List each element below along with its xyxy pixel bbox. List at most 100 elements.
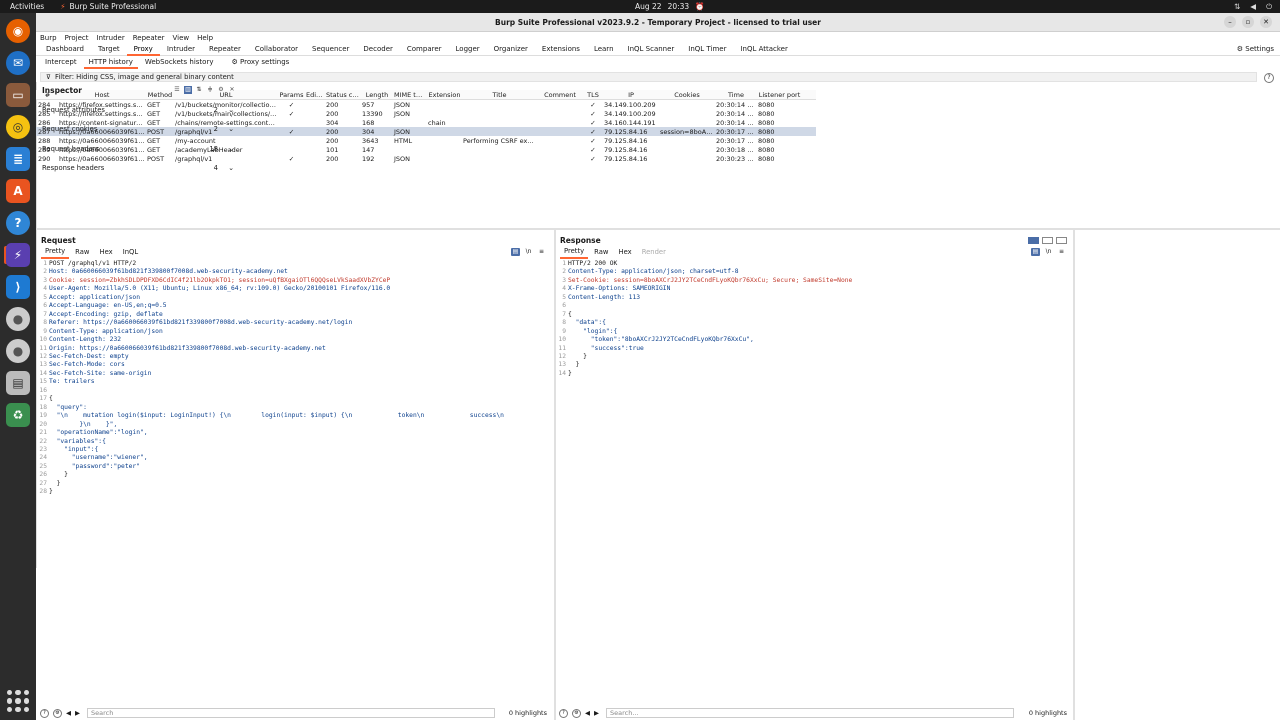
panel-view-icon[interactable]: ▥ xyxy=(184,86,192,94)
vertical-splitter[interactable] xyxy=(554,230,556,720)
help-icon[interactable]: ? xyxy=(559,708,568,718)
tab-decoder[interactable]: Decoder xyxy=(356,43,399,56)
menu-view[interactable]: View xyxy=(173,34,190,42)
tab-target[interactable]: Target xyxy=(91,43,127,56)
maximize-icon[interactable]: ▫ xyxy=(1242,16,1254,28)
settings-icon[interactable]: ⚙ xyxy=(53,708,62,718)
column-header[interactable]: Cookies xyxy=(658,91,714,99)
request-tab-raw[interactable]: Raw xyxy=(71,247,93,258)
column-header[interactable]: Time xyxy=(714,91,756,99)
request-editor[interactable]: 1 POST /graphql/v1 HTTP/2 2 Host: 0a6600660… xyxy=(38,258,553,497)
back-arrow-icon[interactable]: ◀ xyxy=(585,709,590,717)
response-tab-render[interactable]: Render xyxy=(638,247,670,258)
help-icon[interactable]: ? xyxy=(1264,73,1274,83)
settings-icon[interactable]: ⚙ xyxy=(217,86,225,94)
wrap-toggle-icon[interactable]: ▤ xyxy=(511,248,520,256)
thunderbird-icon[interactable]: ✉ xyxy=(6,51,30,75)
tab-inql-timer[interactable]: InQL Timer xyxy=(681,43,733,56)
rhythmbox-icon[interactable]: ◎ xyxy=(6,115,30,139)
drive-icon[interactable]: ▤ xyxy=(6,371,30,395)
tab-inql-scanner[interactable]: InQL Scanner xyxy=(621,43,682,56)
files-icon[interactable]: ▭ xyxy=(6,83,30,107)
vscode-icon[interactable]: ⟩ xyxy=(6,275,30,299)
column-header[interactable]: Title xyxy=(461,91,536,99)
trash-icon[interactable]: ♻ xyxy=(6,403,30,427)
activities-button[interactable]: Activities xyxy=(0,2,54,11)
tab-learn[interactable]: Learn xyxy=(587,43,621,56)
inspector-request-headers[interactable]: Request headers 18 ⌄ xyxy=(37,139,240,159)
back-arrow-icon[interactable]: ◀ xyxy=(66,709,71,717)
response-tab-hex[interactable]: Hex xyxy=(614,247,635,258)
menu-intruder[interactable]: Intruder xyxy=(97,34,125,42)
filter-icon[interactable]: ≑ xyxy=(206,86,214,94)
minimize-icon[interactable]: – xyxy=(1224,16,1236,28)
forward-arrow-icon[interactable]: ▶ xyxy=(594,709,599,717)
column-header[interactable]: Params xyxy=(277,91,304,99)
tab-sequencer[interactable]: Sequencer xyxy=(305,43,356,56)
column-header[interactable]: TLS xyxy=(582,91,602,99)
wrap-toggle-icon[interactable]: ▤ xyxy=(1031,248,1040,256)
tab-logger[interactable]: Logger xyxy=(449,43,487,56)
list-view-icon[interactable]: ☰ xyxy=(173,86,181,94)
menu-project[interactable]: Project xyxy=(65,34,89,42)
column-header[interactable]: Length xyxy=(360,91,392,99)
menu-burp[interactable]: Burp xyxy=(40,34,57,42)
system-tray[interactable]: ⇅ ◀ ⏻ xyxy=(1234,0,1272,13)
request-search-input[interactable]: Search xyxy=(87,708,495,718)
column-header[interactable]: MIME type xyxy=(392,91,426,99)
tab-collaborator[interactable]: Collaborator xyxy=(248,43,305,56)
horizontal-splitter[interactable] xyxy=(36,228,1280,230)
close-icon[interactable]: ✕ xyxy=(1260,16,1272,28)
column-header[interactable]: Status code xyxy=(324,91,360,99)
tab-websockets-history[interactable]: WebSockets history xyxy=(140,56,219,69)
response-tab-raw[interactable]: Raw xyxy=(590,247,612,258)
libreoffice-writer-icon[interactable]: ≣ xyxy=(6,147,30,171)
sort-icon[interactable]: ⇅ xyxy=(195,86,203,94)
active-app-indicator[interactable]: ⚡ Burp Suite Professional xyxy=(60,2,156,11)
tab-dashboard[interactable]: Dashboard xyxy=(39,43,91,56)
settings-button[interactable]: ⚙ Settings xyxy=(1237,43,1274,56)
proxy-settings-button[interactable]: ⚙ Proxy settings xyxy=(226,56,294,69)
tab-http-history[interactable]: HTTP history xyxy=(83,56,138,69)
column-header[interactable]: Comment xyxy=(536,91,582,99)
request-tab-inql[interactable]: InQL xyxy=(119,247,142,258)
tab-comparer[interactable]: Comparer xyxy=(400,43,449,56)
help-icon[interactable]: ? xyxy=(40,708,49,718)
clock[interactable]: Aug 22 20:33 ⏰ xyxy=(635,0,705,13)
request-tab-pretty[interactable]: Pretty xyxy=(41,246,70,259)
column-header[interactable]: Edited xyxy=(304,91,324,99)
tab-intruder[interactable]: Intruder xyxy=(160,43,202,56)
disc-icon-2[interactable]: ● xyxy=(6,339,30,363)
request-tab-hex[interactable]: Hex xyxy=(95,247,116,258)
inspector-request-attributes[interactable]: Request attributes 2 ⌄ xyxy=(37,100,240,120)
menu-icon[interactable]: ≡ xyxy=(537,248,546,256)
newline-toggle-icon[interactable]: \n xyxy=(524,248,533,256)
column-header[interactable]: Extension xyxy=(426,91,461,99)
disc-icon[interactable]: ● xyxy=(6,307,30,331)
burp-suite-icon[interactable]: ⚡ xyxy=(6,243,30,267)
help-icon[interactable]: ? xyxy=(6,211,30,235)
inspector-response-headers[interactable]: Response headers 4 ⌄ xyxy=(37,159,240,179)
settings-icon[interactable]: ⚙ xyxy=(572,708,581,718)
menu-help[interactable]: Help xyxy=(197,34,213,42)
newline-toggle-icon[interactable]: \n xyxy=(1044,248,1053,256)
show-apps-icon[interactable] xyxy=(7,690,29,712)
inspector-splitter[interactable] xyxy=(1073,230,1075,720)
forward-arrow-icon[interactable]: ▶ xyxy=(75,709,80,717)
tab-organizer[interactable]: Organizer xyxy=(487,43,535,56)
menu-icon[interactable]: ≡ xyxy=(1057,248,1066,256)
tab-extensions[interactable]: Extensions xyxy=(535,43,587,56)
response-editor[interactable]: 1 HTTP/2 200 OK 2 Content-Type: application… xyxy=(557,258,1073,378)
filter-bar[interactable]: ⊽ Filter: Hiding CSS, image and general b… xyxy=(40,72,1257,82)
menu-repeater[interactable]: Repeater xyxy=(133,34,165,42)
tab-proxy[interactable]: Proxy xyxy=(126,43,160,56)
tab-inql-attacker[interactable]: InQL Attacker xyxy=(733,43,794,56)
layout-stacked-icon[interactable] xyxy=(1042,237,1053,244)
column-header[interactable]: IP xyxy=(602,91,658,99)
tab-intercept[interactable]: Intercept xyxy=(40,56,82,69)
layout-tabs-icon[interactable] xyxy=(1056,237,1067,244)
response-tab-pretty[interactable]: Pretty xyxy=(560,246,589,259)
close-icon[interactable]: ✕ xyxy=(228,86,236,94)
tab-repeater[interactable]: Repeater xyxy=(202,43,248,56)
response-search-input[interactable]: Search... xyxy=(606,708,1014,718)
